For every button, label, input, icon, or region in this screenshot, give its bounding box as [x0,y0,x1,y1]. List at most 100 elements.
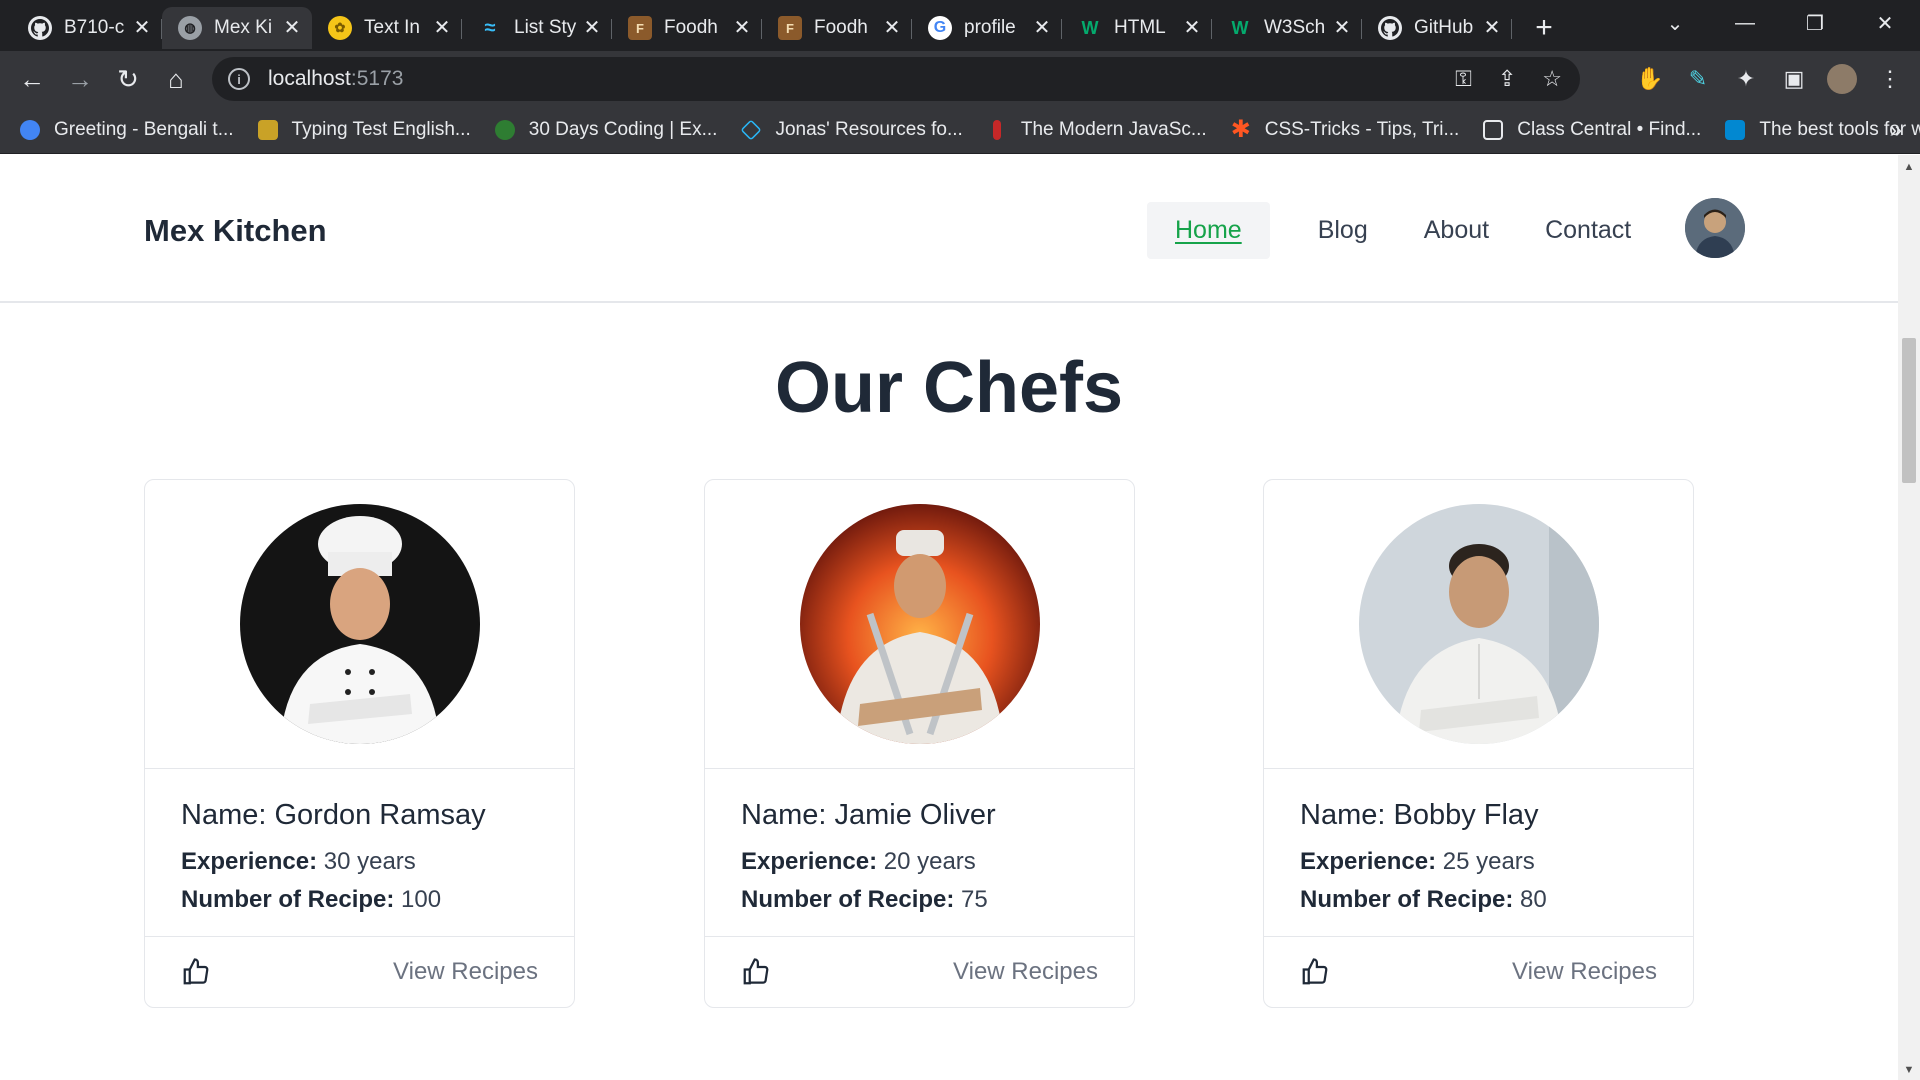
page-scrollbar[interactable]: ▲ ▼ [1898,155,1920,1080]
chef-photo [1358,504,1599,744]
close-icon[interactable]: ✕ [1032,18,1052,38]
minimize-icon[interactable]: — [1710,12,1780,35]
bookmark-star-icon[interactable]: ☆ [1542,66,1562,92]
close-icon[interactable]: ✕ [132,18,152,38]
share-icon[interactable]: ⇪ [1498,66,1516,92]
new-tab-button[interactable]: + [1522,7,1566,49]
nav-about-link[interactable]: About [1396,206,1517,255]
reload-button[interactable]: ↻ [104,57,152,101]
chef-name: Name: Jamie Oliver [741,799,996,831]
bookmark-item[interactable]: Typing Test English... [257,119,471,141]
chef-card-footer: View Recipes [1264,937,1693,1007]
bookmark-item[interactable]: 30 Days Coding | Ex... [494,119,717,141]
extensions-puzzle-icon[interactable]: ✦ [1726,59,1766,99]
tab-title: Foodh [664,17,718,38]
browser-tab-active[interactable]: ◍ Mex Ki ✕ [162,7,312,49]
chef-experience: Experience: 20 years [741,848,976,875]
browser-tab[interactable]: ✿ Text In ✕ [312,7,462,49]
close-icon[interactable]: ✕ [732,18,752,38]
browser-tab[interactable]: B710-c ✕ [12,7,162,49]
browser-tab[interactable]: GitHub ✕ [1362,7,1512,49]
github-icon [28,16,52,40]
bookmark-item[interactable]: Jonas' Resources fo... [740,119,963,141]
window-controls: ⌄ — ❐ ✕ [1640,0,1920,46]
chef-image-area [705,480,1134,769]
nav-links: Home Blog About Contact [1147,202,1659,259]
chef-card: Name: Gordon Ramsay Experience: 30 years… [144,479,575,1008]
view-recipes-button[interactable]: View Recipes [393,958,538,986]
globe-icon: ◍ [178,16,202,40]
scrollbar-thumb[interactable] [1902,338,1916,483]
user-avatar[interactable] [1685,198,1745,258]
chef-recipe-count: Number of Recipe: 75 [741,886,988,913]
thumbs-up-icon[interactable] [181,957,211,987]
chef-info: Name: Bobby Flay Experience: 25 years Nu… [1264,769,1693,937]
browser-tab[interactable]: W W3Sch ✕ [1212,7,1362,49]
extension-pen-icon[interactable]: ✎ [1678,59,1718,99]
browser-tab[interactable]: W HTML ✕ [1062,7,1212,49]
chef-name: Name: Bobby Flay [1300,799,1539,831]
tab-search-icon[interactable]: ⌄ [1640,11,1710,36]
tab-title: Mex Ki [214,17,273,38]
section-title: Our Chefs [774,348,1124,428]
nav-contact-link[interactable]: Contact [1517,206,1659,255]
thumbs-up-icon[interactable] [1300,957,1330,987]
github-icon [1378,16,1402,40]
close-icon[interactable]: ✕ [582,18,602,38]
bookmark-item[interactable]: The Modern JavaSc... [987,119,1207,141]
side-panel-icon[interactable]: ▣ [1774,59,1814,99]
chef-photo [239,504,480,744]
bookmark-icon [740,119,763,141]
bookmark-icon [257,120,278,140]
more-menu-icon[interactable]: ⋮ [1870,59,1910,99]
browser-tab[interactable]: F Foodh ✕ [762,7,912,49]
forward-button[interactable]: → [56,57,104,101]
restore-icon[interactable]: ❐ [1780,11,1850,36]
bookmark-item[interactable]: Greeting - Bengali t... [20,119,234,141]
scroll-up-icon[interactable]: ▲ [1898,161,1920,173]
close-window-icon[interactable]: ✕ [1850,11,1920,36]
chef-image-area [145,480,574,769]
scroll-down-icon[interactable]: ▼ [1898,1064,1920,1076]
chef-info: Name: Jamie Oliver Experience: 20 years … [705,769,1134,937]
more-bookmarks-icon[interactable]: » [1890,117,1902,143]
tab-title: B710-c [64,17,125,38]
chef-photo [799,504,1040,744]
close-icon[interactable]: ✕ [882,18,902,38]
browser-tab[interactable]: G profile ✕ [912,7,1062,49]
chef-card-footer: View Recipes [145,937,574,1007]
address-bar[interactable]: i localhost:5173 ⚿ ⇪ ☆ [212,57,1580,101]
view-recipes-button[interactable]: View Recipes [953,958,1098,986]
flower-icon: ✿ [328,16,352,40]
site-info-icon[interactable]: i [228,68,250,90]
tab-title: profile [964,17,1016,38]
browser-tab[interactable]: ≈ List Sty ✕ [462,7,612,49]
browser-profile-avatar[interactable] [1822,59,1862,99]
browser-tab[interactable]: F Foodh ✕ [612,7,762,49]
nav-home-link[interactable]: Home [1147,202,1270,259]
site-brand[interactable]: Mex Kitchen [144,213,327,249]
close-icon[interactable]: ✕ [1182,18,1202,38]
close-icon[interactable]: ✕ [282,18,302,38]
bookmarks-bar: Greeting - Bengali t... Typing Test Engl… [0,107,1920,154]
bookmark-icon [1725,120,1746,140]
close-icon[interactable]: ✕ [1482,18,1502,38]
tab-title: W3Sch [1264,17,1326,38]
extension-hand-icon[interactable]: ✋ [1630,59,1670,99]
bookmark-item[interactable]: Class Central • Find... [1483,119,1701,141]
close-icon[interactable]: ✕ [432,18,452,38]
nav-blog-link[interactable]: Blog [1290,206,1396,255]
thumbs-up-icon[interactable] [741,957,771,987]
chef-card: Name: Bobby Flay Experience: 25 years Nu… [1263,479,1694,1008]
home-button[interactable]: ⌂ [152,57,200,101]
close-icon[interactable]: ✕ [1332,18,1352,38]
bookmark-item[interactable]: ✱ CSS-Tricks - Tips, Tri... [1231,118,1460,142]
view-recipes-button[interactable]: View Recipes [1512,958,1657,986]
bookmark-icon [494,120,515,140]
bookmark-icon [992,120,1001,140]
tab-strip: B710-c ✕ ◍ Mex Ki ✕ ✿ Text In ✕ ≈ List S… [0,0,1920,51]
back-button[interactable]: ← [8,57,56,101]
site-navbar: Mex Kitchen Home Blog About Contact [0,155,1898,303]
chef-card-footer: View Recipes [705,937,1134,1007]
key-icon[interactable]: ⚿ [1455,66,1472,92]
